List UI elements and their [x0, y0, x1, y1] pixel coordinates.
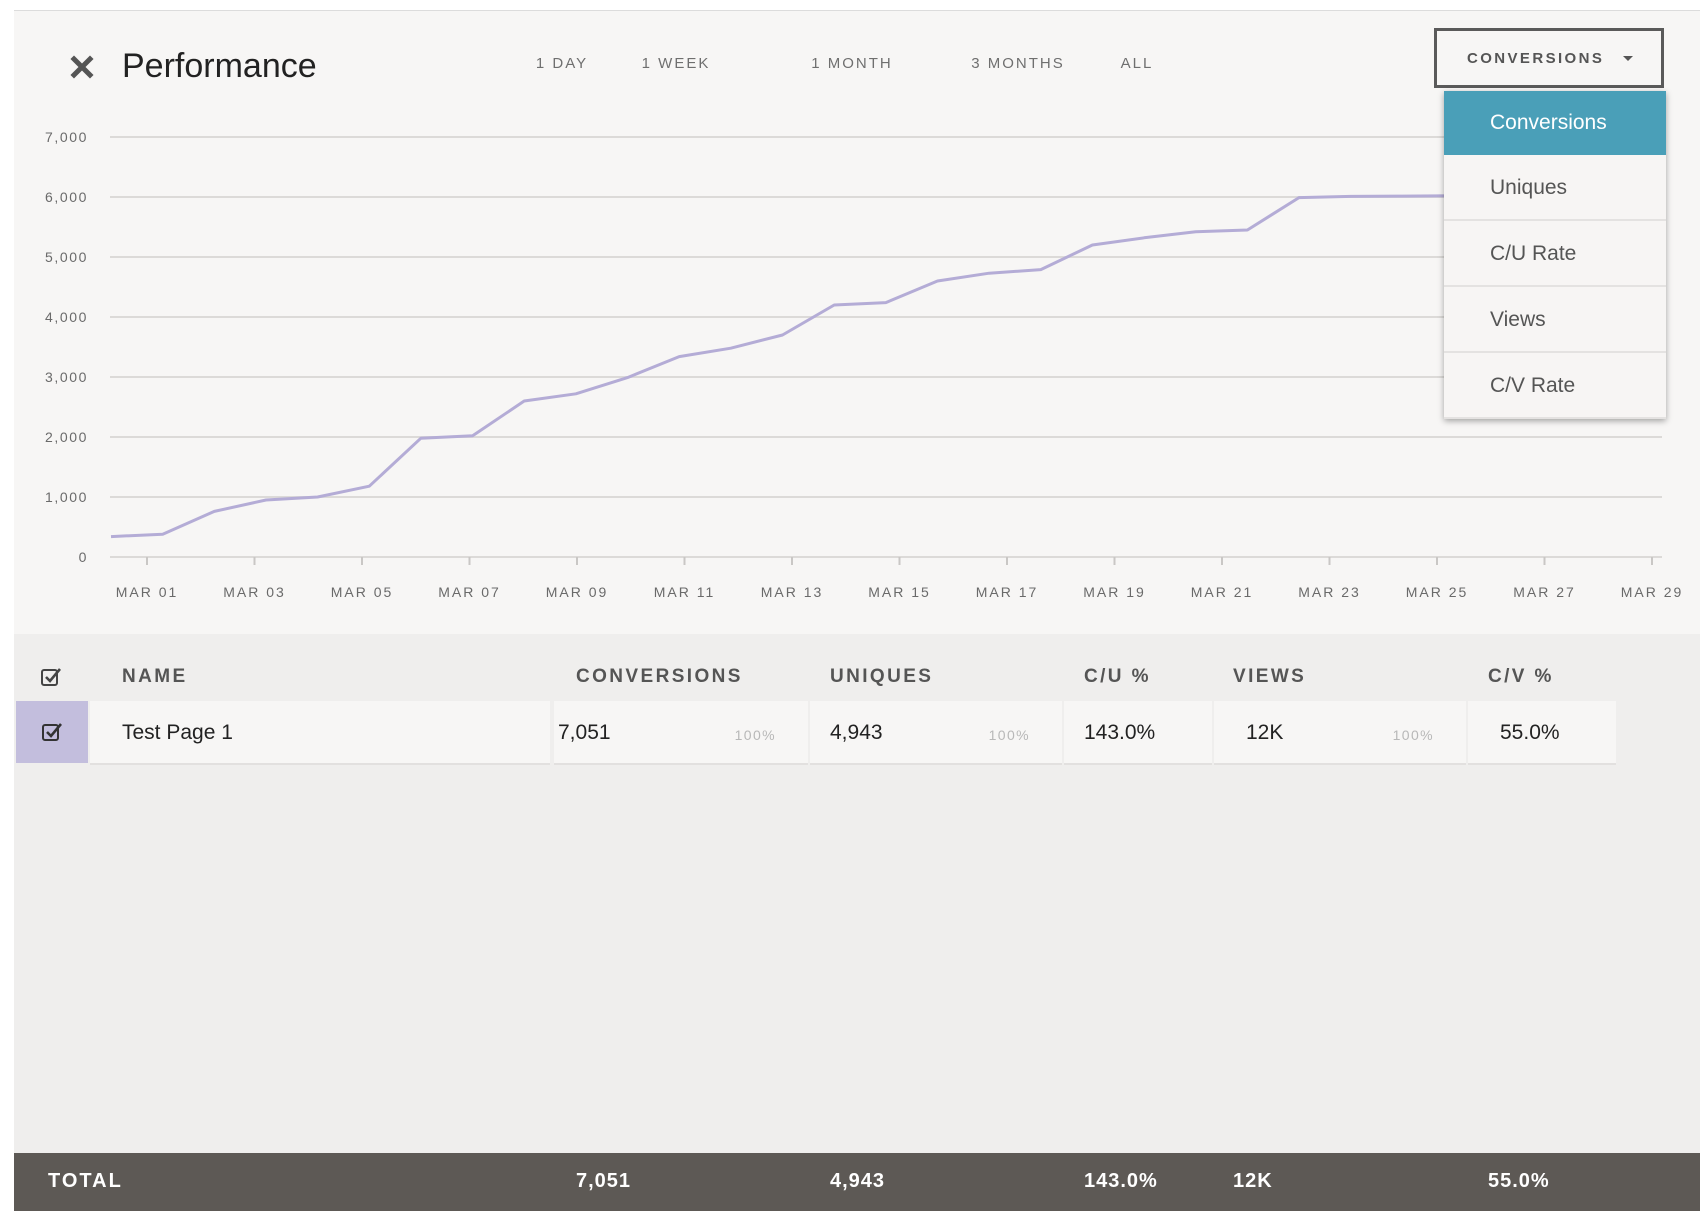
column-header-views[interactable]: VIEWS — [1233, 666, 1306, 688]
x-tick-label: MAR 13 — [761, 584, 824, 600]
x-tick-label: MAR 09 — [546, 584, 609, 600]
performance-panel: Performance 1 DAY 1 WEEK 1 MONTH 3 MONTH… — [14, 10, 1700, 1211]
row-views-pct: 100% — [1392, 727, 1434, 743]
table-cell-conversions: 7,051 100% — [554, 701, 808, 765]
menu-item-cv-rate[interactable]: C/V Rate — [1444, 353, 1666, 419]
column-header-cv-rate[interactable]: C/V % — [1488, 666, 1554, 688]
pages-table: NAME CONVERSIONS UNIQUES C/U % VIEWS C/V… — [14, 634, 1700, 1154]
total-views: 12K — [1233, 1170, 1273, 1192]
y-tick-label: 1,000 — [45, 489, 88, 505]
x-tick-label: MAR 15 — [868, 584, 931, 600]
y-tick-label: 2,000 — [45, 429, 88, 445]
row-cv-rate: 55.0% — [1500, 721, 1560, 744]
row-uniques: 4,943 — [830, 721, 883, 744]
row-conversions: 7,051 — [558, 721, 611, 744]
menu-item-views[interactable]: Views — [1444, 287, 1666, 353]
table-cell-views: 12K 100% — [1214, 701, 1466, 765]
row-name: Test Page 1 — [122, 721, 233, 744]
table-cell-cv-rate: 55.0% — [1468, 701, 1616, 765]
x-tick-label: MAR 07 — [438, 584, 501, 600]
checkbox-checked-icon — [42, 723, 62, 741]
metric-dropdown-menu: Conversions Uniques C/U Rate Views C/V R… — [1444, 91, 1666, 419]
y-tick-label: 7,000 — [45, 129, 88, 145]
y-tick-label: 4,000 — [45, 309, 88, 325]
x-tick-label: MAR 25 — [1406, 584, 1469, 600]
column-header-cu-rate[interactable]: C/U % — [1084, 666, 1151, 688]
y-tick-label: 5,000 — [45, 249, 88, 265]
checkbox-checked-icon — [41, 668, 61, 686]
totals-row: TOTAL 7,051 4,943 143.0% 12K 55.0% — [14, 1153, 1700, 1211]
y-tick-label: 6,000 — [45, 189, 88, 205]
column-header-conversions[interactable]: CONVERSIONS — [576, 666, 743, 688]
column-header-uniques[interactable]: UNIQUES — [830, 666, 933, 688]
total-conversions: 7,051 — [576, 1170, 632, 1192]
total-label: TOTAL — [48, 1170, 123, 1192]
x-tick-label: MAR 21 — [1191, 584, 1254, 600]
row-views: 12K — [1246, 721, 1284, 744]
total-cv-rate: 55.0% — [1488, 1170, 1550, 1192]
select-all-checkbox[interactable] — [40, 666, 62, 693]
row-cu-rate: 143.0% — [1084, 721, 1156, 744]
x-tick-label: MAR 05 — [331, 584, 394, 600]
series-line — [110, 194, 1455, 539]
x-tick-label: MAR 27 — [1513, 584, 1576, 600]
menu-item-cu-rate[interactable]: C/U Rate — [1444, 221, 1666, 287]
x-tick-label: MAR 17 — [976, 584, 1039, 600]
table-cell-cu-rate: 143.0% — [1064, 701, 1212, 765]
row-conversions-pct: 100% — [734, 727, 776, 743]
table-cell-uniques: 4,943 100% — [810, 701, 1062, 765]
y-tick-label: 3,000 — [45, 369, 88, 385]
x-tick-label: MAR 19 — [1083, 584, 1146, 600]
row-uniques-pct: 100% — [988, 727, 1030, 743]
row-checkbox[interactable] — [16, 701, 88, 763]
x-tick-label: MAR 29 — [1621, 584, 1684, 600]
column-header-name[interactable]: NAME — [122, 666, 188, 688]
total-cu-rate: 143.0% — [1084, 1170, 1158, 1192]
x-tick-label: MAR 11 — [654, 584, 716, 600]
x-tick-label: MAR 03 — [223, 584, 286, 600]
menu-item-uniques[interactable]: Uniques — [1444, 155, 1666, 221]
menu-item-conversions[interactable]: Conversions — [1444, 91, 1666, 155]
x-tick-label: MAR 01 — [116, 584, 179, 600]
total-uniques: 4,943 — [830, 1170, 886, 1192]
x-tick-label: MAR 23 — [1298, 584, 1361, 600]
y-tick-label: 0 — [79, 549, 88, 565]
table-row-name[interactable]: Test Page 1 — [90, 701, 550, 765]
